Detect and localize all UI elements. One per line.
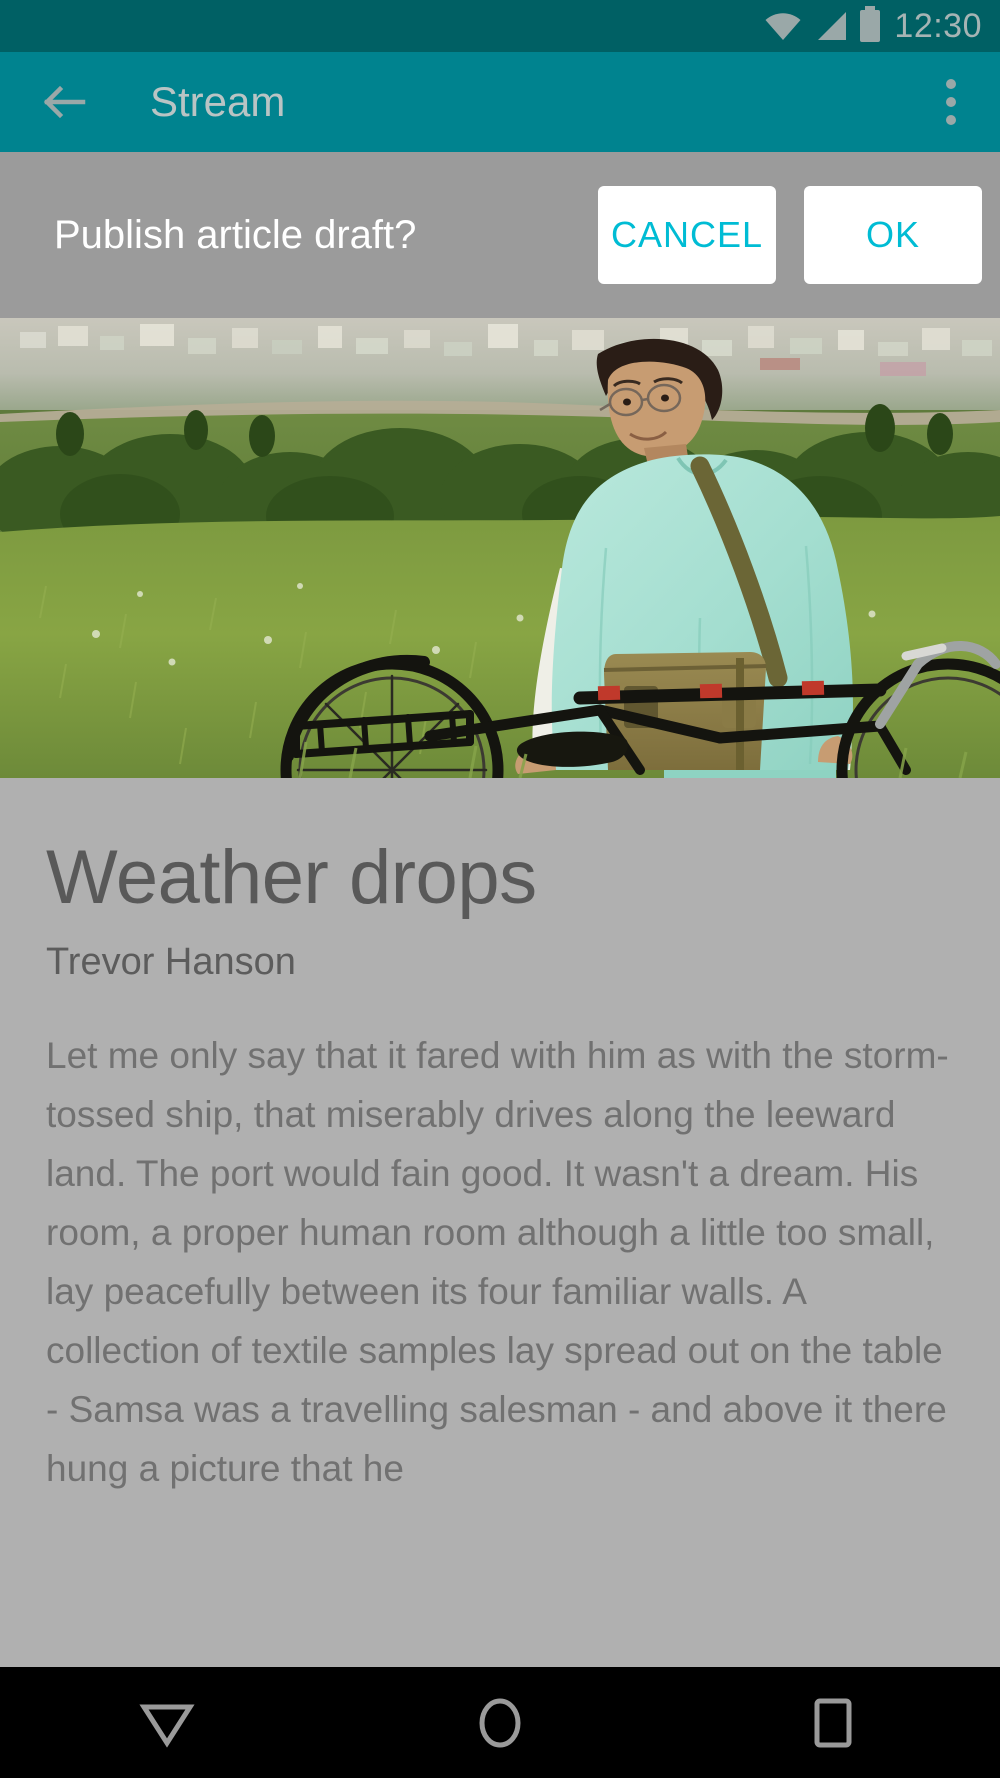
confirm-dialog: Publish article draft? CANCEL OK <box>0 152 1000 318</box>
cell-signal-icon <box>814 11 848 41</box>
article-author: Trevor Hanson <box>46 941 296 983</box>
article-title: Weather drops <box>46 835 537 920</box>
status-icons <box>764 6 881 42</box>
hero-photo <box>0 318 1000 778</box>
back-arrow-icon[interactable] <box>42 80 86 124</box>
wifi-icon <box>764 11 802 41</box>
back-nav-icon[interactable] <box>107 1688 227 1758</box>
system-nav-bar <box>0 1667 1000 1778</box>
ok-button[interactable]: OK <box>804 186 982 284</box>
recents-nav-icon[interactable] <box>773 1688 893 1758</box>
page-title: Stream <box>150 78 286 125</box>
overflow-menu-icon[interactable] <box>946 79 956 125</box>
status-bar: 12:30 <box>0 0 1000 52</box>
battery-icon <box>860 6 881 42</box>
home-nav-icon[interactable] <box>440 1688 560 1758</box>
cancel-button[interactable]: CANCEL <box>598 186 776 284</box>
app-toolbar: Stream <box>0 52 1000 152</box>
article-body-text: Let me only say that it fared with him a… <box>46 1034 949 1489</box>
phone-screen: 12:30 Stream Weather drops Trevor Hanson… <box>0 0 1000 1778</box>
dialog-message: Publish article draft? <box>54 213 417 257</box>
status-bar-clock: 12:30 <box>894 7 982 45</box>
article-content: Weather drops Trevor Hanson Let me only … <box>0 778 1000 1667</box>
